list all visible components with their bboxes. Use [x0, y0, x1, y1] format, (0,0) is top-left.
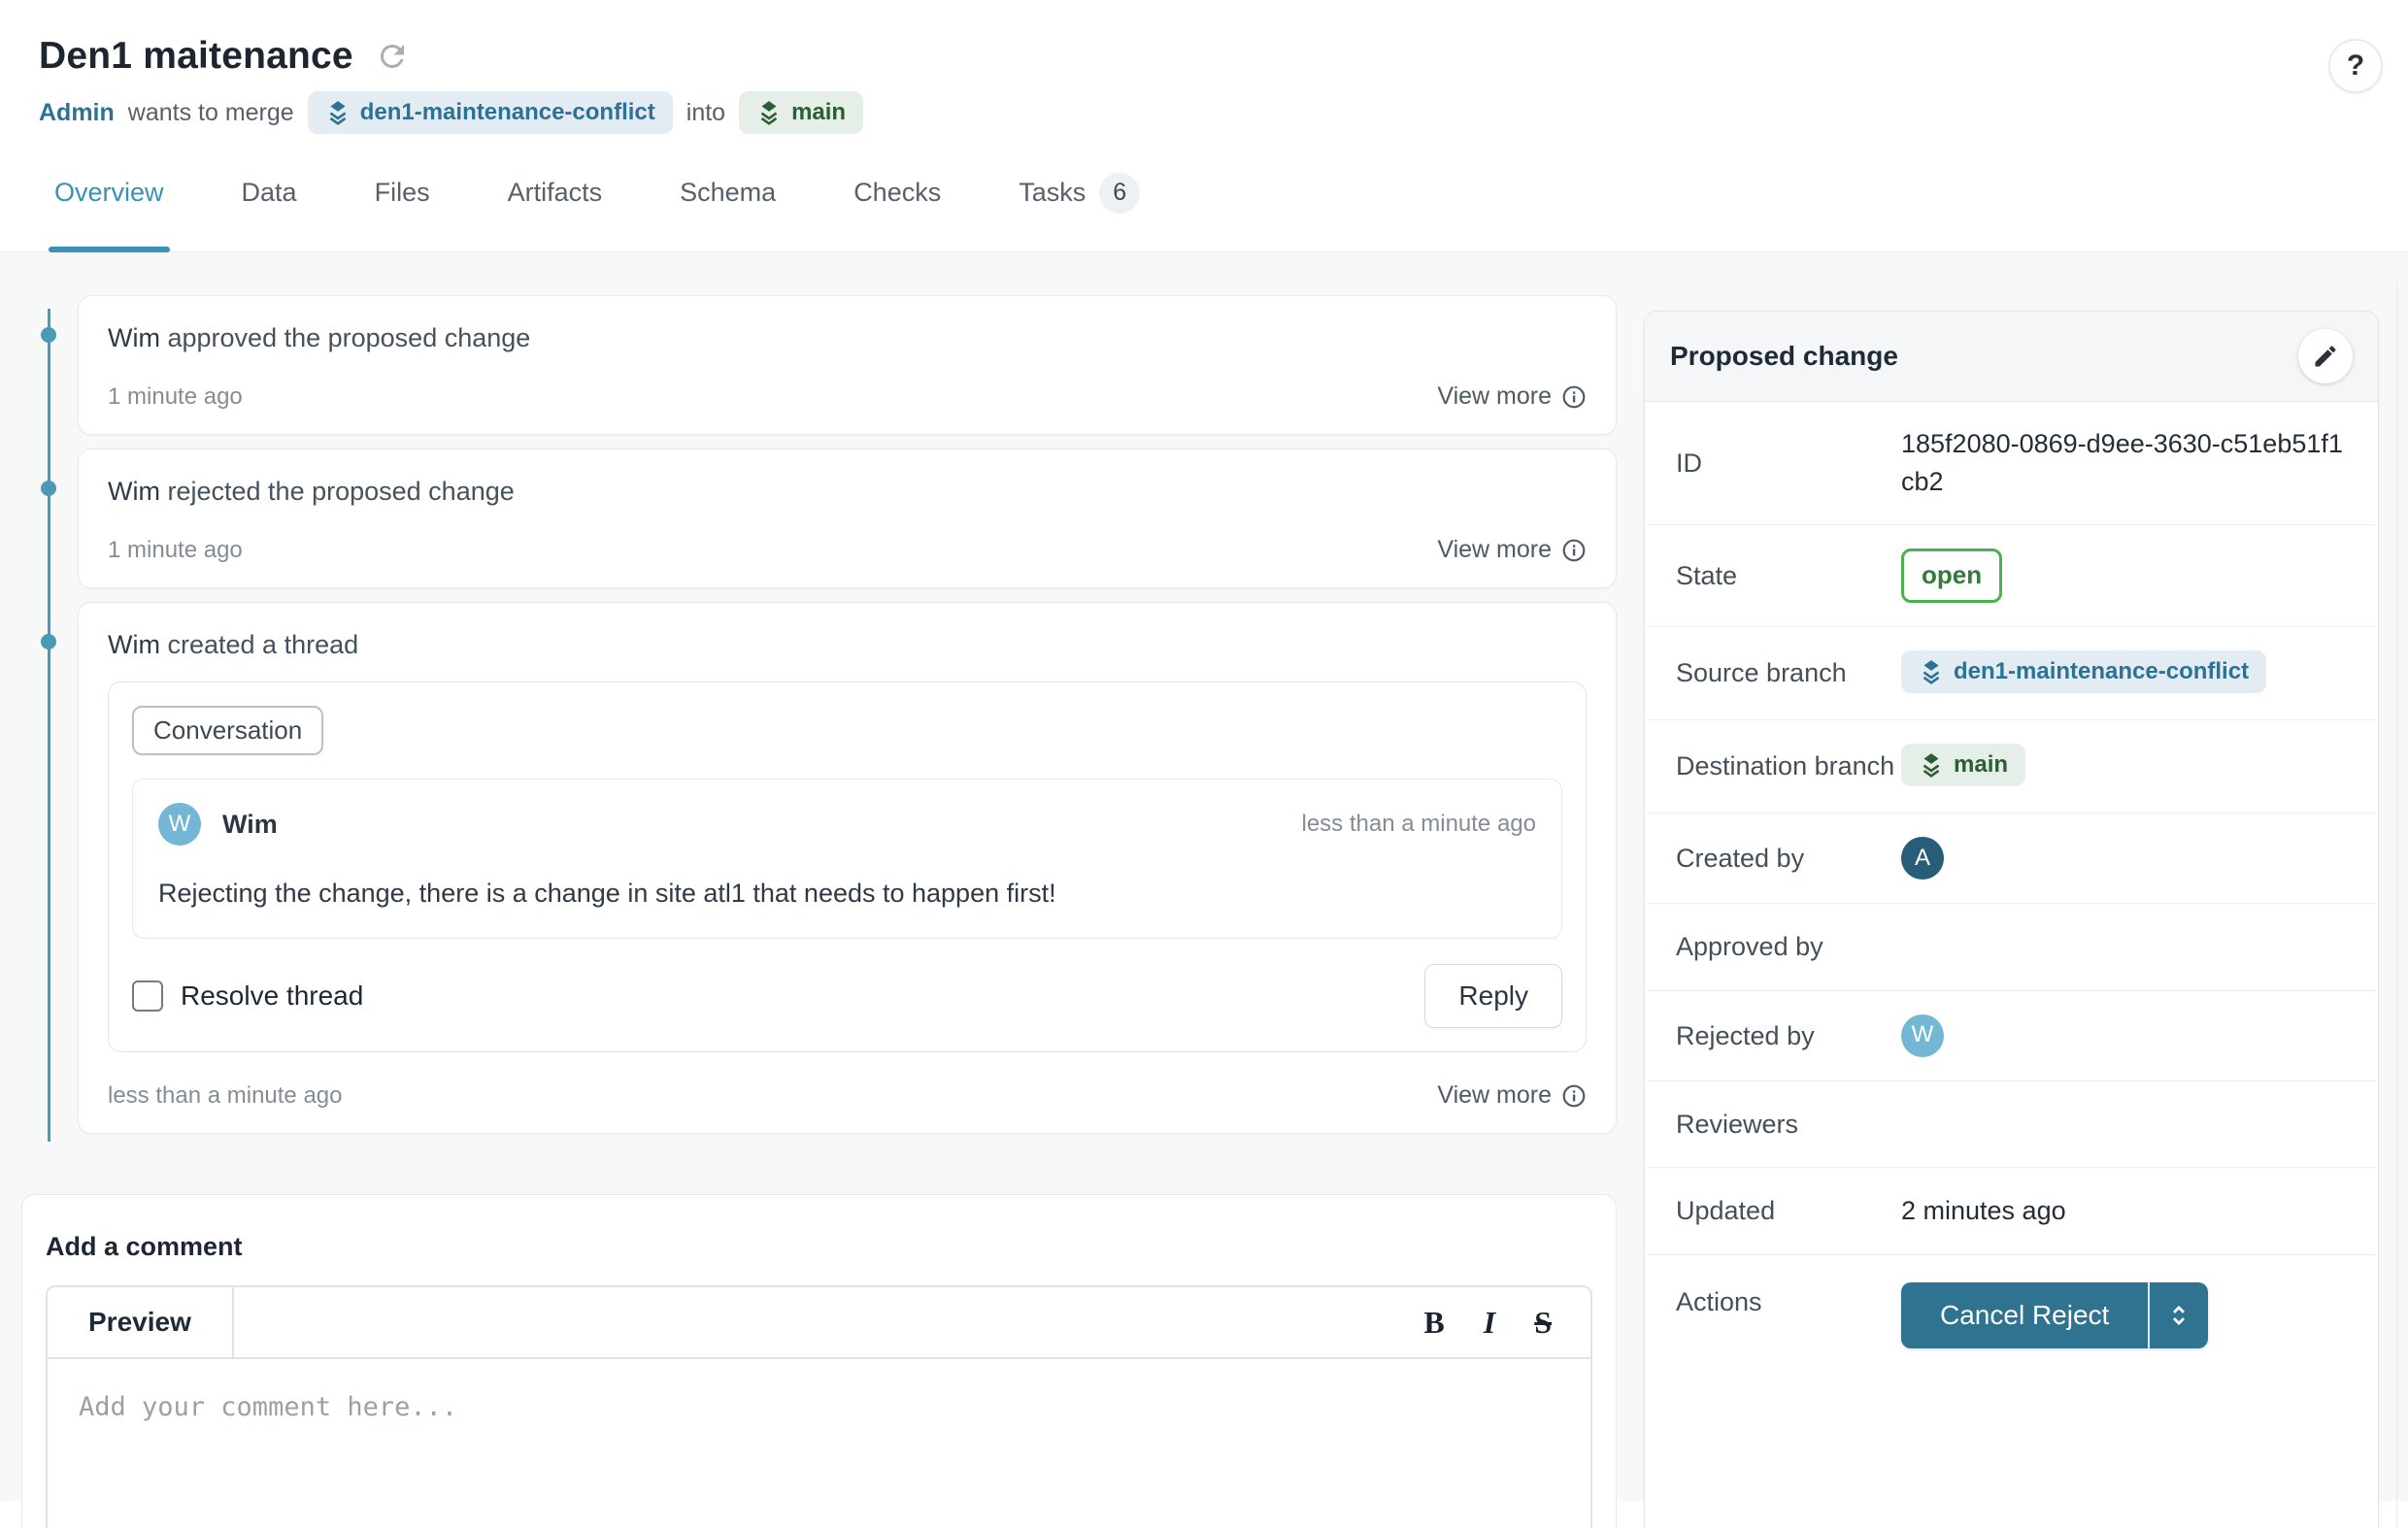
page-title: Den1 maitenance: [39, 35, 353, 78]
comment-input[interactable]: Add your comment here...: [48, 1359, 1590, 1455]
view-more-button[interactable]: View more: [1437, 382, 1587, 411]
edit-pencil-button[interactable]: [2298, 329, 2353, 383]
italic-icon[interactable]: I: [1484, 1305, 1495, 1341]
branch-layers-icon: [1919, 751, 1944, 779]
tab-tasks[interactable]: Tasks 6: [1019, 134, 1140, 251]
comment-body: Rejecting the change, there is a change …: [158, 879, 1536, 909]
event-actor: Wim: [108, 630, 160, 659]
proposed-change-panel: Proposed change ID 185f2080-0869-d9ee-36…: [1644, 311, 2379, 1528]
event-actor: Wim: [108, 477, 160, 506]
row-actions: Actions Cancel Reject: [1647, 1255, 2376, 1407]
tab-schema[interactable]: Schema: [680, 134, 776, 251]
page-header: Den1 maitenance Admin wants to merge den…: [0, 0, 2408, 134]
row-source-branch: Source branch den1-maintenance-conflict: [1647, 627, 2376, 720]
cancel-reject-button[interactable]: Cancel Reject: [1901, 1282, 2148, 1348]
reply-button[interactable]: Reply: [1424, 964, 1562, 1028]
event-actor: Wim: [108, 323, 160, 352]
merge-summary: Admin wants to merge den1-maintenance-co…: [39, 91, 2369, 134]
event-timestamp: 1 minute ago: [108, 383, 243, 411]
source-branch-badge[interactable]: den1-maintenance-conflict: [308, 91, 673, 134]
id-value: 185f2080-0869-d9ee-3630-c51eb51f1cb2: [1901, 425, 2376, 501]
thread-comment: W Wim less than a minute ago Rejecting t…: [132, 779, 1562, 939]
row-state: State open: [1647, 525, 2376, 627]
destination-branch-badge[interactable]: main: [1901, 744, 2025, 786]
tab-data[interactable]: Data: [242, 134, 297, 251]
content-area: Wim approved the proposed change 1 minut…: [0, 252, 2408, 1501]
strikethrough-icon[interactable]: S: [1534, 1305, 1552, 1341]
event-card-rejected: Wim rejected the proposed change 1 minut…: [78, 448, 1617, 588]
author-link[interactable]: Admin: [39, 99, 115, 127]
row-reviewers: Reviewers: [1647, 1081, 2376, 1169]
unfold-chevrons-icon: [2164, 1301, 2193, 1330]
tab-checks[interactable]: Checks: [853, 134, 941, 251]
conversation-badge: Conversation: [132, 706, 323, 755]
avatar: W: [158, 803, 201, 846]
tab-overview[interactable]: Overview: [54, 134, 164, 251]
tab-artifacts[interactable]: Artifacts: [508, 134, 603, 251]
view-more-button[interactable]: View more: [1437, 536, 1587, 564]
timeline-line: [48, 309, 50, 1142]
tab-files[interactable]: Files: [375, 134, 430, 251]
branch-layers-icon: [325, 99, 351, 126]
avatar: W: [1901, 1014, 1944, 1057]
tab-bar: Overview Data Files Artifacts Schema Che…: [0, 134, 2408, 252]
source-branch-badge[interactable]: den1-maintenance-conflict: [1901, 650, 2266, 693]
resolve-thread-checkbox[interactable]: [132, 980, 163, 1012]
scroll-area-edge: [2396, 281, 2397, 1528]
merge-text: wants to merge: [128, 99, 294, 127]
timeline-dot: [41, 634, 56, 649]
thread-container: Conversation W Wim less than a minute ag…: [108, 681, 1587, 1052]
event-action: approved the proposed change: [168, 323, 531, 352]
activity-timeline: Wim approved the proposed change 1 minut…: [21, 295, 1617, 1134]
row-destination-branch: Destination branch main: [1647, 720, 2376, 814]
comment-timestamp: less than a minute ago: [1302, 811, 1537, 838]
refresh-icon[interactable]: [375, 39, 410, 74]
view-more-button[interactable]: View more: [1437, 1081, 1587, 1110]
info-icon: [1561, 538, 1587, 563]
info-icon: [1561, 384, 1587, 410]
help-button[interactable]: ?: [2328, 39, 2383, 93]
timeline-dot: [41, 481, 56, 496]
timeline-dot: [41, 327, 56, 343]
row-updated: Updated 2 minutes ago: [1647, 1168, 2376, 1255]
merge-request-page: ? Den1 maitenance Admin wants to merge d…: [0, 0, 2408, 1528]
comment-placeholder: Add your comment here...: [79, 1392, 457, 1422]
event-card-approved: Wim approved the proposed change 1 minut…: [78, 295, 1617, 435]
preview-tab[interactable]: Preview: [48, 1287, 234, 1357]
tasks-count-badge: 6: [1099, 173, 1140, 214]
state-badge: open: [1901, 548, 2002, 603]
add-comment-section: Add a comment Preview B I S Add your com…: [21, 1194, 1617, 1528]
branch-layers-icon: [756, 99, 782, 126]
row-id: ID 185f2080-0869-d9ee-3630-c51eb51f1cb2: [1647, 402, 2376, 525]
destination-branch-badge[interactable]: main: [739, 91, 863, 134]
event-timestamp: less than a minute ago: [108, 1082, 343, 1110]
row-rejected-by: Rejected by W: [1647, 991, 2376, 1081]
resolve-thread-label: Resolve thread: [181, 980, 363, 1012]
panel-title: Proposed change: [1670, 341, 1898, 372]
event-action: rejected the proposed change: [168, 477, 515, 506]
comment-author: Wim: [222, 810, 278, 840]
into-text: into: [686, 99, 725, 127]
branch-layers-icon: [1919, 658, 1944, 685]
row-created-by: Created by A: [1647, 814, 2376, 904]
info-icon: [1561, 1083, 1587, 1109]
pencil-icon: [2312, 343, 2339, 370]
updated-value: 2 minutes ago: [1901, 1192, 2095, 1230]
bold-icon[interactable]: B: [1423, 1305, 1444, 1341]
avatar: A: [1901, 837, 1944, 880]
row-approved-by: Approved by: [1647, 904, 2376, 991]
actions-dropdown-button[interactable]: [2148, 1282, 2208, 1348]
add-comment-heading: Add a comment: [46, 1232, 1592, 1262]
thread-card: Wim created a thread Conversation W Wim …: [78, 602, 1617, 1134]
event-timestamp: 1 minute ago: [108, 537, 243, 564]
comment-editor: Preview B I S Add your comment here...: [46, 1285, 1592, 1528]
event-action: created a thread: [168, 630, 359, 659]
